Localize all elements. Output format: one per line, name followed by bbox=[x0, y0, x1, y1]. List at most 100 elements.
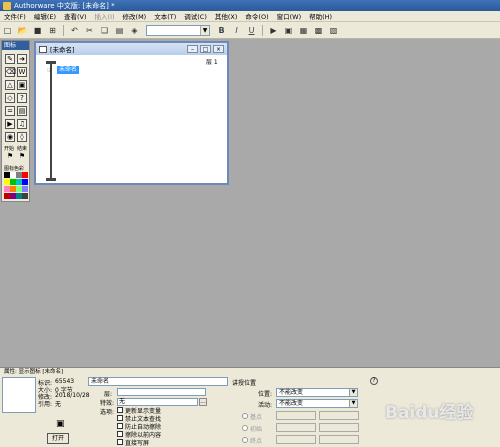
menu-item[interactable]: 编辑(E) bbox=[30, 11, 60, 21]
option-erase-previous-checkbox[interactable] bbox=[117, 431, 123, 437]
run-icon[interactable]: ▶ bbox=[268, 25, 279, 36]
flow-icon-label[interactable]: 未命名 bbox=[57, 66, 80, 74]
variables-icon[interactable]: ▩ bbox=[313, 25, 324, 36]
reference-value: 无 bbox=[55, 401, 62, 408]
movie-icon[interactable]: ▶ bbox=[5, 119, 15, 129]
italic-button[interactable]: I bbox=[231, 25, 242, 36]
copy-icon[interactable]: ❏ bbox=[99, 25, 110, 36]
end-flag-icon[interactable]: ⚑ bbox=[17, 152, 27, 162]
navigate-icon[interactable]: △ bbox=[5, 80, 15, 90]
knowledge-objects-icon[interactable]: ▧ bbox=[328, 25, 339, 36]
icon-palette: 图标 ✎ ➜ ⌫ W △ ▣ ◇ ? = ▤ ▶ ♫ ◉ ◊ 开始 结束 ⚑ ⚑… bbox=[1, 40, 30, 202]
initial-radio[interactable] bbox=[242, 425, 248, 431]
effect-field[interactable]: 无 bbox=[117, 398, 198, 406]
menu-item[interactable]: 查看(V) bbox=[60, 11, 91, 21]
bold-button[interactable]: B bbox=[216, 25, 227, 36]
open-button[interactable]: 打开 bbox=[47, 433, 69, 444]
menu-item[interactable]: 窗口(W) bbox=[273, 11, 306, 21]
end-x-field[interactable] bbox=[276, 435, 316, 444]
menu-item[interactable]: 其他(X) bbox=[211, 11, 242, 21]
display-icon[interactable]: ✎ bbox=[5, 54, 15, 64]
watermark: Baidu经验 bbox=[385, 403, 474, 423]
end-radio[interactable] bbox=[242, 437, 248, 443]
close-button[interactable]: × bbox=[213, 45, 224, 53]
underline-button[interactable]: U bbox=[246, 25, 257, 36]
cut-icon[interactable]: ✂ bbox=[84, 25, 95, 36]
properties-header: 属性: 显示图标 [未命名] bbox=[0, 367, 500, 375]
icon-color-label: 图标色彩 bbox=[4, 166, 25, 172]
map-icon[interactable]: ▤ bbox=[17, 106, 27, 116]
preview-box bbox=[2, 377, 36, 413]
base-x-field[interactable] bbox=[276, 411, 316, 420]
tag-value: 65543 bbox=[55, 378, 75, 385]
document-icon bbox=[39, 45, 47, 53]
position-value: 不能改变 bbox=[279, 389, 304, 396]
calculation-icon[interactable]: = bbox=[5, 106, 15, 116]
new-file-icon[interactable]: □ bbox=[2, 25, 13, 36]
initial-y-field[interactable] bbox=[319, 423, 359, 432]
layer-indicator: 层 1 bbox=[206, 59, 218, 66]
reference-label: 引用: bbox=[38, 401, 53, 408]
initial-x-field[interactable] bbox=[276, 423, 316, 432]
interaction-icon[interactable]: ? bbox=[17, 93, 27, 103]
decision-icon[interactable]: ◇ bbox=[5, 93, 15, 103]
import-icon[interactable]: ⊞ bbox=[47, 25, 58, 36]
minimize-button[interactable]: – bbox=[187, 45, 198, 53]
effect-browse-button[interactable]: ... bbox=[199, 398, 207, 406]
functions-icon[interactable]: ▦ bbox=[298, 25, 309, 36]
end-label: 终点 bbox=[250, 438, 263, 445]
icon-name-field[interactable]: 未命名 bbox=[88, 377, 228, 386]
menu-item[interactable]: 文本(T) bbox=[150, 11, 180, 21]
start-flag-icon[interactable]: ⚑ bbox=[5, 152, 15, 162]
menu-bar: 文件(F) 编辑(E) 查看(V) 插入(I) 修改(M) 文本(T) 调试(C) 其他(X)… bbox=[0, 11, 500, 22]
position-select[interactable]: 不能改变 ▼ bbox=[276, 388, 358, 397]
color-swatch[interactable] bbox=[22, 172, 28, 178]
display-type-icon: ▣ bbox=[56, 419, 65, 429]
menu-item[interactable]: 修改(M) bbox=[119, 11, 151, 21]
layer-field-label: 层: bbox=[104, 391, 113, 398]
help-icon[interactable]: ? bbox=[370, 377, 378, 385]
undo-icon[interactable]: ↶ bbox=[69, 25, 80, 36]
option-prevent-auto-erase-checkbox[interactable] bbox=[117, 423, 123, 429]
control-panel-icon[interactable]: ▣ bbox=[283, 25, 294, 36]
layer-field[interactable] bbox=[117, 388, 206, 396]
motion-icon[interactable]: ➜ bbox=[17, 54, 27, 64]
erase-icon[interactable]: ⌫ bbox=[5, 67, 16, 77]
text-style-select[interactable]: ▼ bbox=[146, 24, 210, 36]
sound-icon[interactable]: ♫ bbox=[17, 119, 27, 129]
menu-item[interactable]: 命令(O) bbox=[241, 11, 272, 21]
menu-item[interactable]: 帮助(H) bbox=[305, 11, 336, 21]
menu-item[interactable]: 文件(F) bbox=[0, 11, 30, 21]
effect-label: 特效: bbox=[100, 400, 115, 407]
end-flag-label: 结束 bbox=[17, 146, 28, 152]
knowledge-object-icon[interactable]: ◊ bbox=[17, 132, 27, 142]
palette-title: 图标 bbox=[2, 41, 29, 50]
initial-label: 初始 bbox=[250, 426, 263, 433]
window-title: Authorware 中文版: [未命名] * bbox=[14, 1, 115, 10]
menu-item[interactable]: 调试(C) bbox=[180, 11, 211, 21]
base-y-field[interactable] bbox=[319, 411, 359, 420]
framework-icon[interactable]: ▣ bbox=[17, 80, 27, 90]
menu-item[interactable]: 插入(I) bbox=[91, 11, 119, 21]
color-swatch[interactable] bbox=[22, 186, 28, 192]
option-update-variables-checkbox[interactable] bbox=[117, 407, 123, 413]
color-swatch[interactable] bbox=[22, 179, 28, 185]
maximize-button[interactable]: □ bbox=[200, 45, 211, 53]
end-y-field[interactable] bbox=[319, 435, 359, 444]
chevron-down-icon: ▼ bbox=[200, 25, 209, 35]
find-icon[interactable]: ◈ bbox=[129, 25, 140, 36]
video-icon[interactable]: ◉ bbox=[5, 132, 15, 142]
base-radio[interactable] bbox=[242, 413, 248, 419]
wait-icon[interactable]: W bbox=[17, 67, 27, 77]
option-no-text-search-checkbox[interactable] bbox=[117, 415, 123, 421]
open-file-icon[interactable]: 📂 bbox=[17, 25, 28, 36]
modified-value: 2018/10/28 bbox=[55, 392, 90, 399]
movable-select[interactable]: 不能改变 ▼ bbox=[276, 399, 358, 408]
option-direct-to-screen-checkbox[interactable] bbox=[117, 439, 123, 445]
paste-icon[interactable]: ▤ bbox=[114, 25, 125, 36]
save-icon[interactable]: ■ bbox=[32, 25, 43, 36]
color-swatch[interactable] bbox=[22, 193, 28, 199]
title-bar: Authorware 中文版: [未命名] * bbox=[0, 0, 500, 11]
flowline bbox=[50, 63, 52, 179]
options-label: 选项: bbox=[100, 409, 115, 416]
